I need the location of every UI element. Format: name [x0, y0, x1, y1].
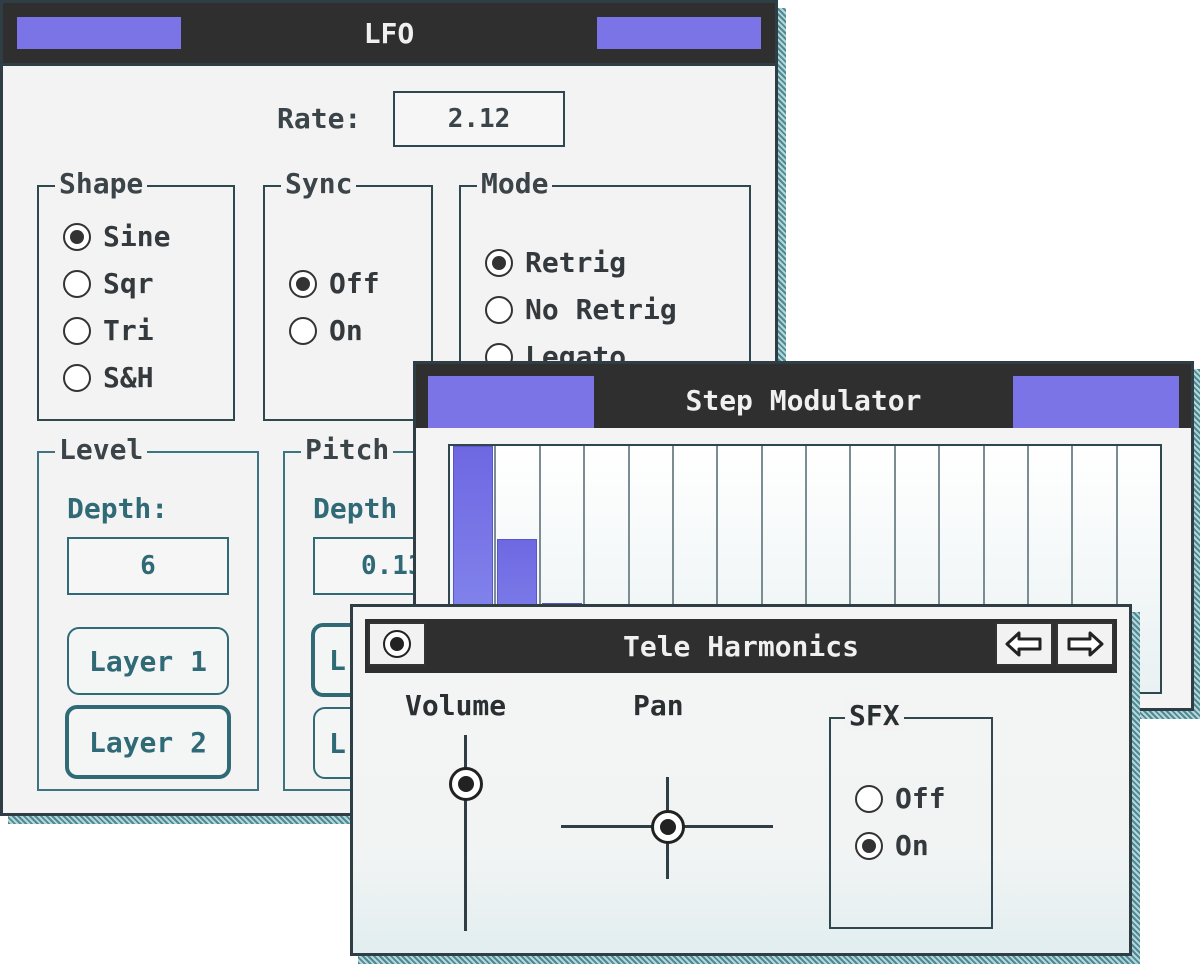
shape-group-title: Shape: [55, 167, 148, 200]
tele-title: Tele Harmonics: [622, 629, 859, 663]
sync-group: Sync: [263, 167, 433, 421]
shape-option-sqr[interactable]: Sqr: [63, 267, 154, 300]
sfx-option-off[interactable]: Off: [855, 782, 946, 815]
shape-option-sh[interactable]: S&H: [63, 361, 154, 394]
tele-harmonics-window: Tele Harmonics Volume Pan SFX Off On: [350, 604, 1132, 956]
lfo-title: LFO: [363, 16, 415, 50]
level-group-title: Level: [55, 433, 148, 466]
radio-icon: [63, 269, 91, 298]
sfx-group: SFX: [829, 699, 993, 929]
volume-slider-knob[interactable]: [449, 767, 483, 801]
radio-selected-icon: [63, 222, 91, 251]
sync-option-on[interactable]: On: [289, 314, 363, 347]
lfo-title-accent-right: [597, 17, 761, 49]
mode-option-retrig[interactable]: Retrig: [485, 246, 626, 279]
pan-slider-knob[interactable]: [651, 810, 685, 844]
layer-2-button[interactable]: Layer 2: [65, 705, 231, 779]
shape-option-tri[interactable]: Tri: [63, 314, 154, 347]
lfo-titlebar[interactable]: LFO: [3, 3, 775, 66]
sync-option-off[interactable]: Off: [289, 267, 380, 300]
step-title: Step Modulator: [685, 383, 922, 417]
sync-group-title: Sync: [281, 167, 357, 200]
lfo-title-accent-left: [17, 17, 181, 49]
sfx-option-on[interactable]: On: [855, 829, 929, 862]
pitch-group-title: Pitch: [301, 433, 394, 466]
rate-label: Rate:: [277, 102, 362, 135]
sfx-group-title: SFX: [845, 699, 904, 732]
radio-icon: [485, 295, 513, 324]
radio-close-icon[interactable]: [368, 622, 426, 666]
rate-field[interactable]: 2.12: [393, 91, 565, 147]
radio-selected-icon: [855, 831, 883, 860]
tele-titlebar[interactable]: Tele Harmonics: [365, 619, 1117, 673]
arrow-left-icon[interactable]: [995, 622, 1053, 666]
layer-1-button[interactable]: Layer 1: [67, 627, 229, 695]
radio-icon: [63, 316, 91, 345]
shape-option-sine[interactable]: Sine: [63, 220, 170, 253]
radio-selected-icon: [485, 248, 513, 277]
volume-slider-track[interactable]: [464, 735, 467, 931]
radio-icon: [63, 363, 91, 392]
pitch-depth-label: Depth: [313, 492, 398, 525]
step-title-accent-left: [428, 376, 594, 428]
level-depth-field[interactable]: 6: [67, 537, 229, 595]
radio-icon: [289, 316, 317, 345]
radio-selected-icon: [289, 269, 317, 298]
volume-label: Volume: [405, 689, 507, 722]
mode-group-title: Mode: [477, 167, 553, 200]
pan-label: Pan: [633, 689, 684, 722]
step-titlebar[interactable]: Step Modulator: [416, 364, 1191, 428]
arrow-right-icon[interactable]: [1056, 622, 1114, 666]
mode-option-no-retrig[interactable]: No Retrig: [485, 293, 677, 326]
step-title-accent-right: [1013, 376, 1179, 428]
radio-icon: [855, 784, 883, 813]
level-depth-label: Depth:: [67, 492, 169, 525]
